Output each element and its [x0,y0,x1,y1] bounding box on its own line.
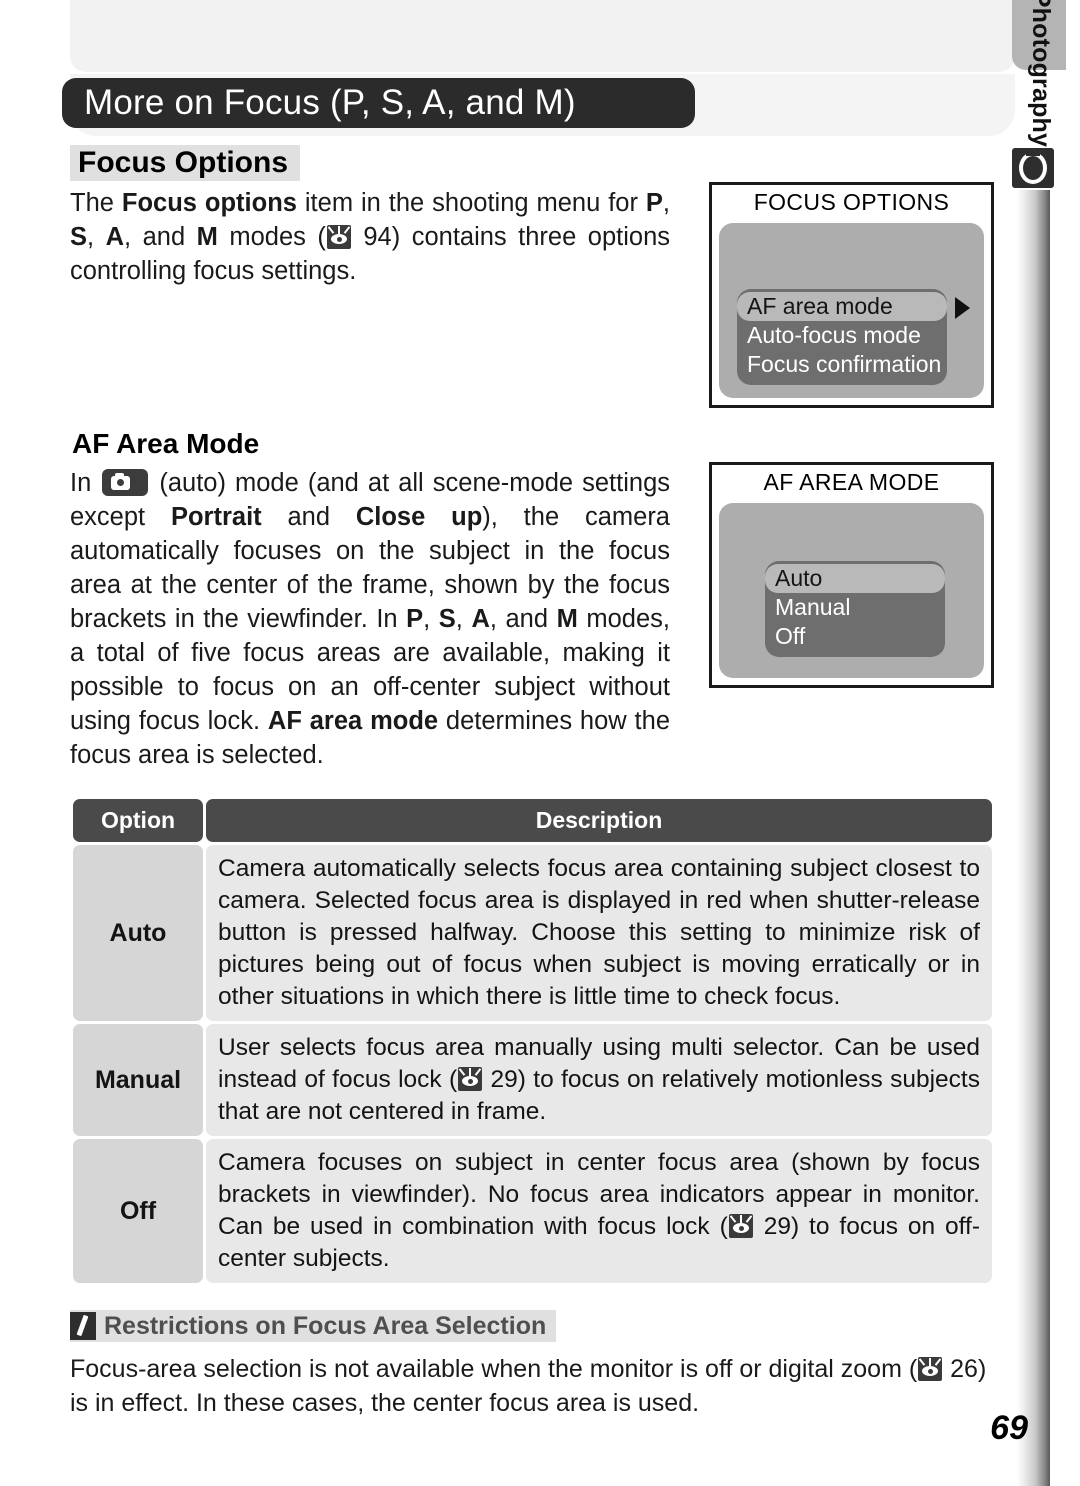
intro-text-3: , [662,189,670,217]
table-cell-description-manual: User selects focus area manually using m… [206,1024,992,1136]
menu-item-off[interactable]: Off [765,622,945,651]
intro-bold-focus-options: Focus options [121,189,297,217]
af-mode-a: A [471,605,490,633]
subsection-heading-af-area-mode: AF Area Mode [72,428,260,459]
intro-text-1: The [70,189,122,217]
lcd-focus-options-title: FOCUS OPTIONS [753,189,950,215]
intro-text-6: modes ( [217,223,326,251]
table-header-description: Description [206,799,992,842]
side-tab-label: More on Photography [1027,0,1055,148]
menu-item-focus-confirmation[interactable]: Focus confirmation [737,350,947,379]
intro-text-2: item in the shooting menu for [296,189,646,217]
side-tab-bar [1017,190,1050,1486]
note-text-1: Focus-area selection is not available wh… [70,1355,918,1383]
scene-close-up: Close up [355,503,483,531]
reference-eye-icon [728,1214,753,1238]
focus-options-menu: AF area mode Auto-focus mode Focus confi… [737,289,947,385]
menu-item-auto-focus-mode[interactable]: Auto-focus mode [737,321,947,350]
table-row: Manual User selects focus area manually … [73,1024,992,1136]
intro-paragraph: The Focus options item in the shooting m… [70,186,670,288]
note-heading: Restrictions on Focus Area Selection [70,1310,557,1342]
af-area-mode-bold: AF area mode [267,707,439,735]
caret-right-icon [955,297,970,319]
lcd-af-area-mode-body: Auto Manual Off [719,503,984,678]
af-area-mode-table: Option Description Auto Camera automatic… [70,796,995,1286]
mode-s: S [70,223,88,251]
reference-icon-rays [458,1068,482,1076]
chapter-title-pill: More on Focus (P, S, A, and M) [62,78,695,128]
reference-page-29: 29 [763,1213,791,1240]
corner-tab-gap [1066,0,1080,72]
af-mode-m: M [556,605,578,633]
af-area-mode-paragraph: In (auto) mode (and at all scene-mode se… [70,466,670,772]
reference-page-26: 26 [950,1355,978,1383]
table-cell-description-auto: Camera automatically selects focus area … [206,845,992,1021]
auto-mode-camera-icon [102,469,149,496]
lcd-focus-options: FOCUS OPTIONS AF area mode Auto-focus mo… [709,182,994,408]
af-area-mode-menu: Auto Manual Off [765,561,945,657]
af-mode-p: P [406,605,424,633]
af-text-6: , [455,605,472,633]
reference-eye-icon [918,1357,943,1381]
table-header-row: Option Description [73,799,992,842]
table-row: Auto Camera automatically selects focus … [73,845,992,1021]
pencil-icon [70,1312,96,1340]
af-text-3: and [261,503,356,531]
reference-icon-rays [327,226,351,234]
menu-item-af-area-mode[interactable]: AF area mode [737,292,947,321]
table-row: Off Camera focuses on subject in center … [73,1139,992,1283]
table-cell-description-off: Camera focuses on subject in center focu… [206,1139,992,1283]
af-text-5: , [423,605,439,633]
lcd-af-area-mode-title: AF AREA MODE [763,469,940,495]
note-title: Restrictions on Focus Area Selection [104,1311,547,1340]
table-cell-option-auto: Auto [73,845,203,1021]
mode-m: M [196,223,218,251]
lcd-focus-options-body: AF area mode Auto-focus mode Focus confi… [719,223,984,398]
camera-icon-bump [115,473,125,477]
menu-item-manual[interactable]: Manual [765,593,945,622]
section-heading-label: Focus Options [78,146,288,179]
page-top-band [70,0,1015,72]
reference-eye-icon [458,1067,483,1091]
table-cell-option-off: Off [73,1139,203,1283]
af-mode-s: S [438,605,456,633]
note-body: Focus-area selection is not available wh… [70,1352,1000,1420]
reference-icon-rays [729,1215,753,1223]
reference-icon-rays [918,1358,942,1366]
mode-a: A [105,223,125,251]
reference-eye-icon [326,225,351,249]
table-header-option: Option [73,799,203,842]
section-heading: Focus Options [70,145,300,181]
chapter-title: More on Focus (P, S, A, and M) [84,83,576,122]
lcd-af-area-mode: AF AREA MODE Auto Manual Off [709,462,994,688]
mode-p: P [645,189,663,217]
af-text-1: In [70,469,101,497]
table-cell-option-manual: Manual [73,1024,203,1136]
page-number: 69 [990,1409,1028,1447]
intro-text-5: , and [124,223,197,251]
intro-text-4: , [87,223,106,251]
scene-portrait: Portrait [170,503,262,531]
af-text-7: , and [489,605,557,633]
menu-item-auto[interactable]: Auto [765,564,945,593]
reference-page-94: 94 [363,223,392,251]
reference-page-29: 29 [490,1066,518,1093]
